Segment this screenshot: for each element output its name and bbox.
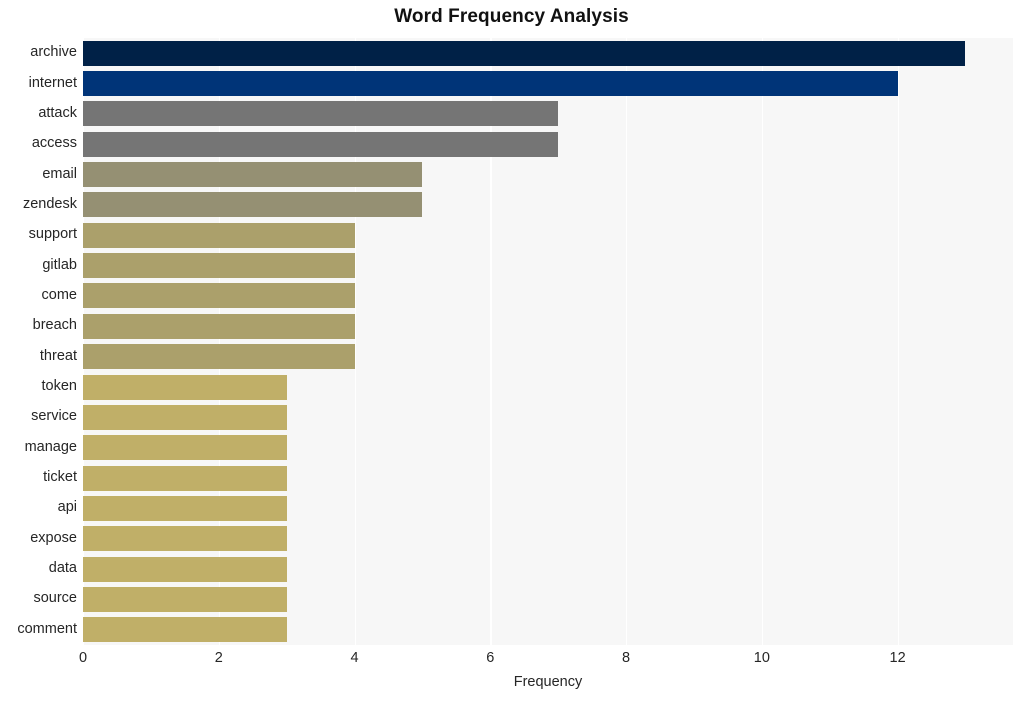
y-axis-tick-labels: archive internet attack access email zendesk s… [0,38,77,645]
chart-title: Word Frequency Analysis [394,6,629,27]
x-axis-tick-label: 0 [78,650,88,666]
bar [83,465,287,491]
y-axis-tick-label: ticket [43,469,77,486]
x-axis-label: Frequency [513,674,583,690]
bar [83,101,559,127]
bar [83,344,355,370]
y-axis-tick-label: email [42,165,77,182]
y-axis-tick-label: expose [30,529,77,546]
gridline-vertical [354,38,356,645]
y-axis-tick-label: breach [32,317,77,334]
gridline-vertical [626,38,628,645]
y-axis-tick-label: archive [30,44,77,61]
y-axis-tick-label: threat [39,347,77,364]
bar [83,374,287,400]
y-axis-tick-label: attack [38,104,77,121]
x-axis-tick-labels: 0 2 4 6 8 10 12 [79,645,1013,675]
bar [83,435,287,461]
gridline-vertical [761,38,764,645]
bar [83,162,423,188]
y-axis-tick-label: access [31,135,77,152]
bar [83,283,355,309]
gridline-vertical [83,38,85,645]
x-axis-tick-label: 12 [889,650,906,666]
x-axis-tick-label: 2 [214,650,223,666]
y-axis-tick-label: api [57,499,77,516]
bar [83,495,287,521]
bar [83,404,287,430]
bar [83,253,355,279]
y-axis-tick-label: token [41,378,77,395]
bar [83,131,559,157]
plot-area [83,38,1013,645]
x-axis-tick-label: 10 [753,650,770,666]
bar [83,526,287,552]
gridline-vertical [897,38,899,645]
gridline-vertical [490,38,492,645]
x-axis-tick-label: 4 [350,650,359,666]
y-axis-tick-label: service [31,408,77,425]
bar [83,40,966,66]
gridline-vertical [218,38,221,645]
bar [83,313,355,339]
chart-figure: Word Frequency Analysis archive internet a… [0,0,1023,701]
bar [83,222,355,248]
y-axis-tick-label: gitlab [42,256,77,273]
y-axis-tick-label: manage [24,438,77,455]
bar [83,617,287,643]
y-axis-tick-label: come [41,286,77,303]
x-axis-tick-label: 6 [486,650,495,666]
y-axis-tick-label: support [28,226,77,243]
bar [83,586,287,612]
bar [83,192,423,218]
x-axis-tick-label: 8 [622,650,631,666]
y-axis-tick-label: comment [17,620,77,637]
bar [83,71,898,97]
y-axis-tick-label: internet [28,74,77,91]
y-axis-tick-label: data [48,560,77,577]
bar [83,556,287,582]
y-axis-tick-label: zendesk [22,195,77,212]
y-axis-tick-label: source [33,590,77,607]
